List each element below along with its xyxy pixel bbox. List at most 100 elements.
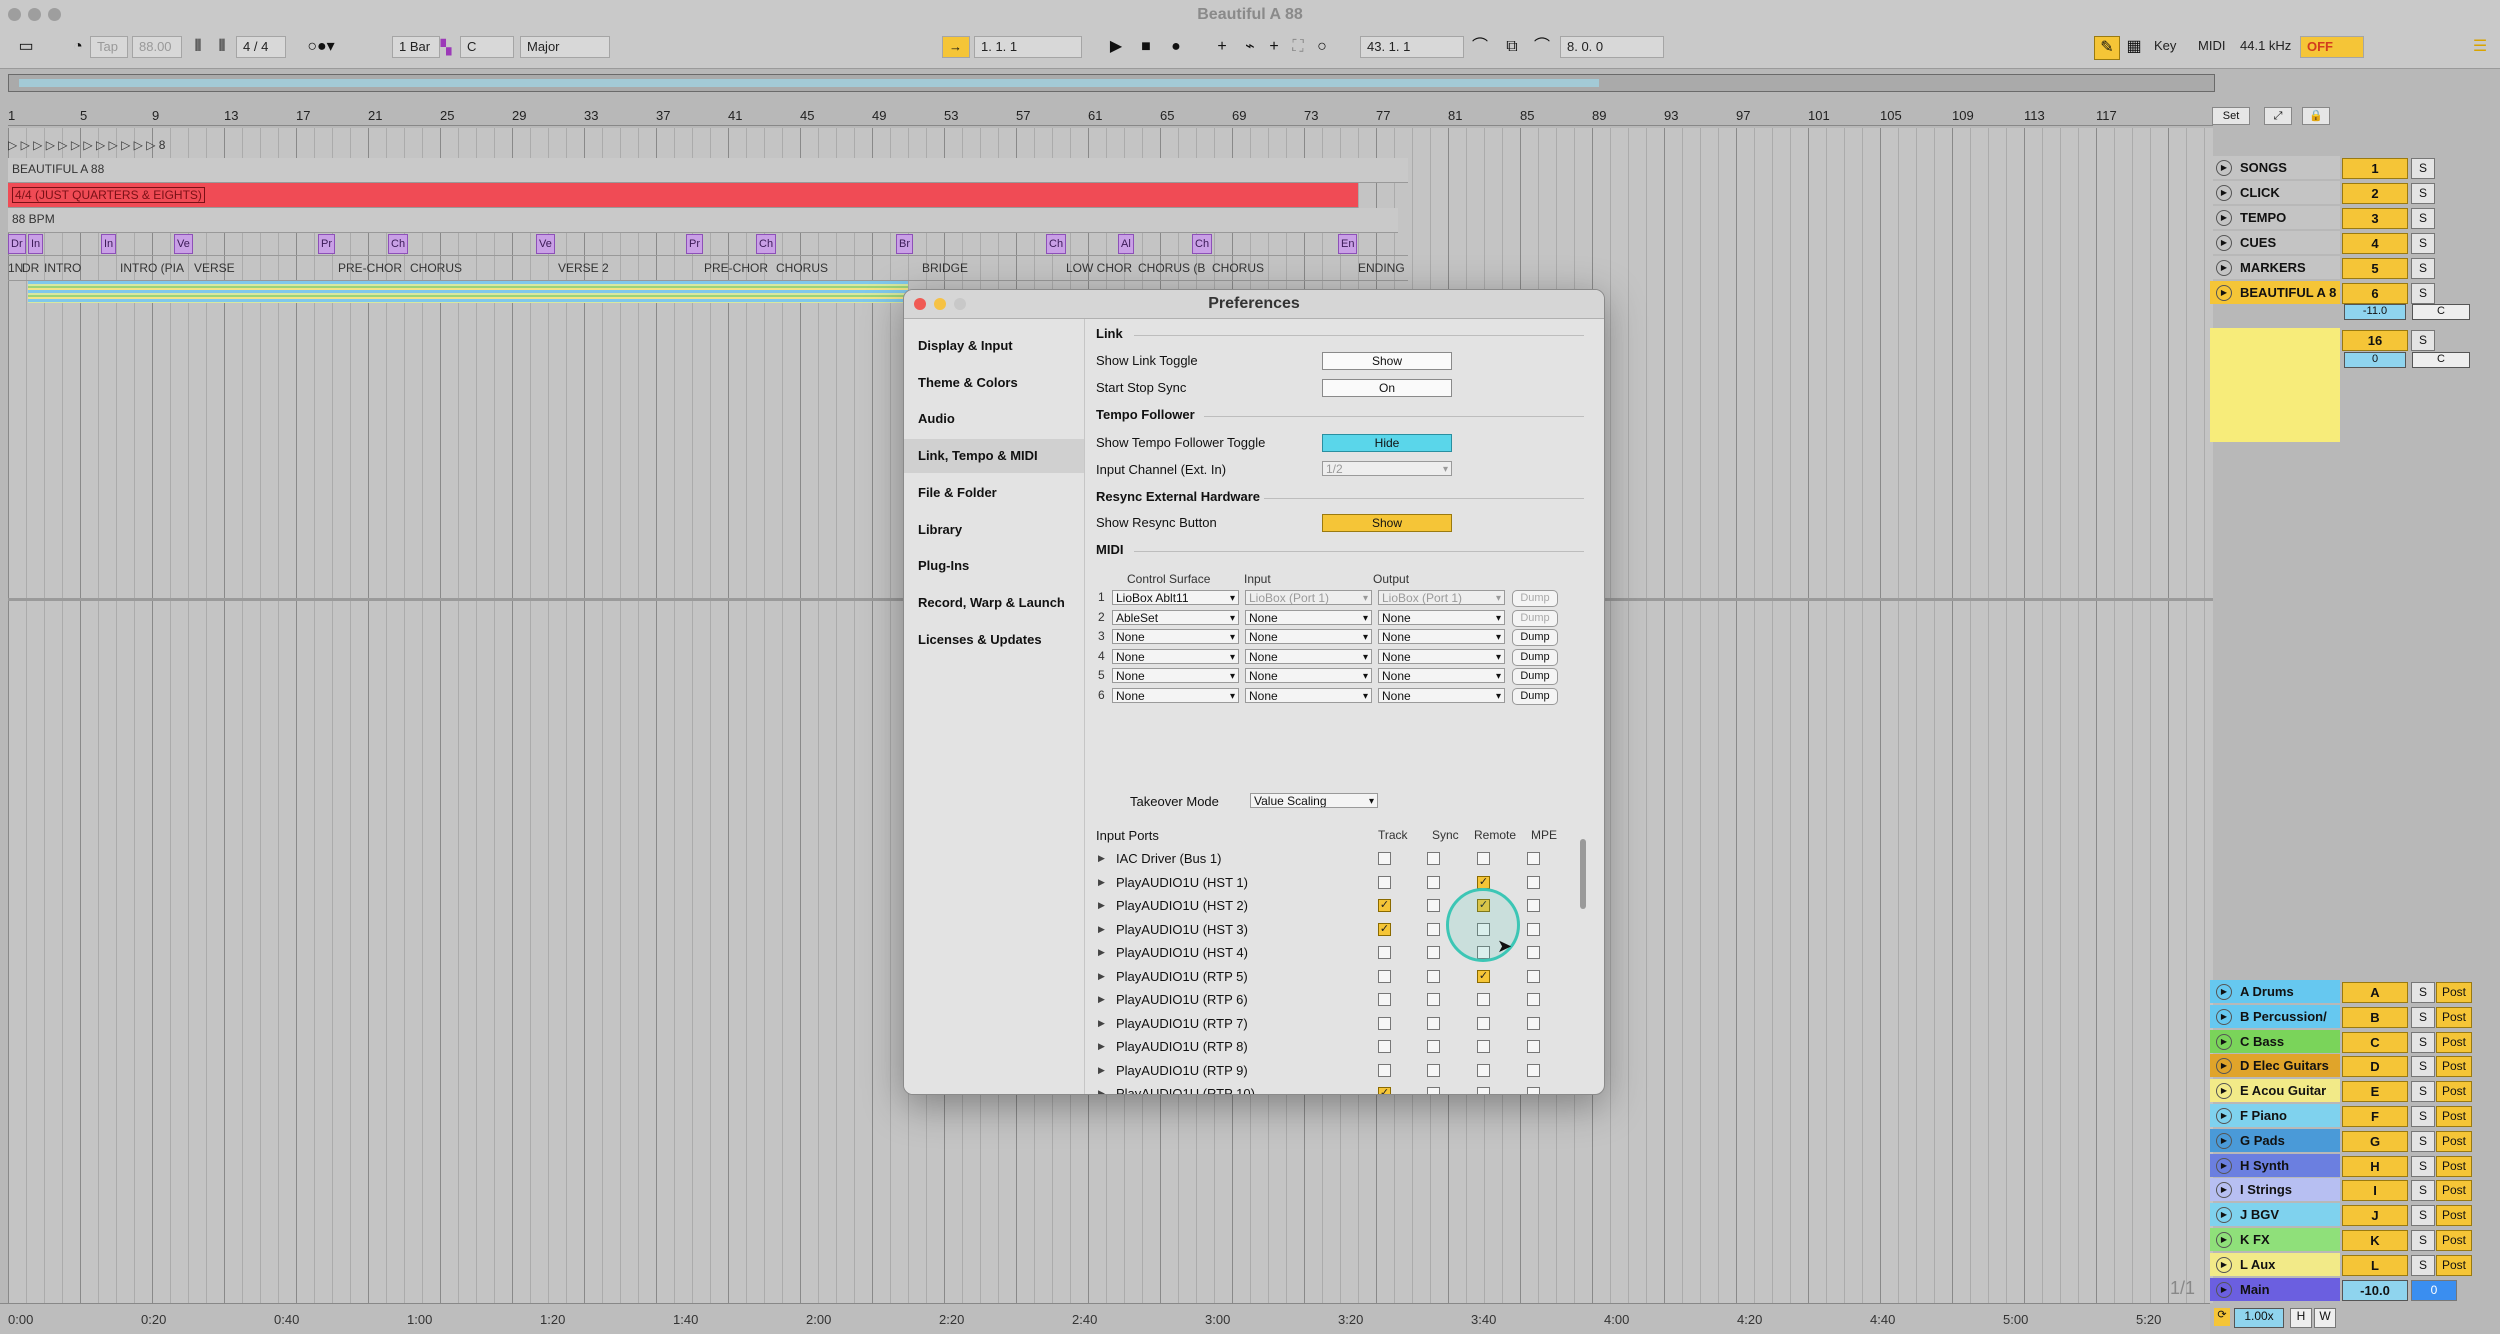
- arrangement-overview[interactable]: [8, 74, 2215, 92]
- sync-checkbox[interactable]: [1427, 899, 1440, 912]
- sidebar-item[interactable]: Record, Warp & Launch: [904, 586, 1084, 620]
- solo-button[interactable]: S: [2411, 233, 2435, 254]
- cue-marker[interactable]: Ch: [1046, 234, 1067, 254]
- cue-marker[interactable]: Ch: [1192, 234, 1213, 254]
- monitor-post-button[interactable]: Post: [2436, 982, 2472, 1003]
- track-header[interactable]: SONGS ▶ 1 S: [2210, 156, 2500, 180]
- section-marker[interactable]: VERSE 2: [558, 261, 609, 275]
- expand-port-icon[interactable]: ▶: [1098, 1041, 1105, 1052]
- scale-mode-icon[interactable]: ▚: [434, 36, 458, 58]
- scale-menu[interactable]: Major: [520, 36, 610, 58]
- solo-button[interactable]: S: [2411, 1205, 2435, 1227]
- h-button[interactable]: H: [2290, 1308, 2312, 1328]
- control-surface-select[interactable]: None: [1112, 648, 1239, 664]
- track-header[interactable]: C Bass ▶ C S Post: [2210, 1029, 2500, 1054]
- w-button[interactable]: W: [2314, 1308, 2336, 1328]
- show-link-toggle-button[interactable]: Show: [1322, 352, 1452, 370]
- solo-button[interactable]: S: [2411, 1031, 2435, 1053]
- cue-marker[interactable]: In: [101, 234, 117, 254]
- track-header[interactable]: J BGV ▶ J S Post: [2210, 1203, 2500, 1227]
- tempo-clip[interactable]: 88 BPM: [12, 212, 55, 226]
- volume-field[interactable]: 0: [2344, 352, 2406, 368]
- track-fold-icon[interactable]: ▶: [2216, 1232, 2232, 1248]
- remote-checkbox[interactable]: [1477, 1016, 1490, 1030]
- section-marker[interactable]: VERSE: [194, 261, 235, 275]
- add-icon[interactable]: +: [1210, 36, 1234, 58]
- midi-output-select[interactable]: None: [1378, 629, 1505, 645]
- monitor-post-button[interactable]: Post: [2436, 1155, 2472, 1177]
- track-activator[interactable]: 2: [2342, 183, 2408, 204]
- remote-checkbox[interactable]: ✓: [1477, 969, 1490, 983]
- sidebar-item[interactable]: Link, Tempo & MIDI: [904, 439, 1084, 474]
- cue-marker[interactable]: In: [28, 234, 44, 254]
- solo-button[interactable]: S: [2411, 982, 2435, 1003]
- remote-checkbox[interactable]: ✓: [1477, 875, 1490, 889]
- track-activator[interactable]: J: [2342, 1205, 2408, 1227]
- sidebar-item[interactable]: Audio: [904, 402, 1084, 436]
- track-activator[interactable]: 16: [2342, 330, 2408, 351]
- set-locator-button[interactable]: Set: [2212, 107, 2250, 125]
- start-stop-sync-button[interactable]: On: [1322, 379, 1452, 397]
- section-marker[interactable]: CHORUS: [410, 261, 462, 275]
- track-fold-icon[interactable]: ▶: [2216, 235, 2232, 251]
- track-checkbox[interactable]: [1378, 852, 1391, 865]
- menu-icon[interactable]: ☰: [2468, 36, 2492, 58]
- track-header[interactable]: B Percussion/▶ B S Post: [2210, 1004, 2500, 1029]
- track-activator[interactable]: B: [2342, 1006, 2408, 1028]
- cue-marker[interactable]: Pr: [686, 234, 703, 254]
- track-fold-icon[interactable]: ▶: [2216, 285, 2232, 301]
- track-activator[interactable]: L: [2342, 1254, 2408, 1276]
- lock-icon[interactable]: 🔒: [2302, 107, 2330, 125]
- click-clip[interactable]: 4/4 (JUST QUARTERS & EIGHTS): [12, 187, 205, 203]
- track-header[interactable]: G Pads ▶ G S Post: [2210, 1128, 2500, 1153]
- cue-marker[interactable]: Br: [896, 234, 913, 254]
- remote-checkbox[interactable]: [1477, 1087, 1490, 1094]
- expand-port-icon[interactable]: ▶: [1098, 877, 1105, 888]
- tempo-lane[interactable]: 88 BPM: [8, 208, 1398, 233]
- stop-icon[interactable]: ■: [1134, 36, 1158, 58]
- sync-checkbox[interactable]: [1427, 1040, 1440, 1053]
- track-header[interactable]: L Aux ▶ L S Post: [2210, 1252, 2500, 1277]
- ports-scrollbar[interactable]: [1580, 839, 1586, 909]
- mpe-checkbox[interactable]: [1527, 969, 1540, 983]
- track-header[interactable]: Main ▶ -10.0 0: [2210, 1277, 2500, 1302]
- track-header[interactable]: MARKERS ▶ 5 S: [2210, 256, 2500, 280]
- track-header[interactable]: E Acou Guitar ▶ E S Post: [2210, 1079, 2500, 1103]
- dump-button[interactable]: Dump: [1512, 590, 1558, 607]
- track-checkbox[interactable]: ✓: [1378, 922, 1391, 936]
- section-marker[interactable]: CHORUS (B: [1138, 261, 1205, 275]
- time-ruler[interactable]: 0:00 0:20 0:40 1:00 1:20 1:40 2:00 2:20 2:40 3:00…: [0, 1303, 2210, 1334]
- track-activator[interactable]: I: [2342, 1180, 2408, 1202]
- time-signature-field[interactable]: 4 / 4: [236, 36, 286, 58]
- computer-keyboard-icon[interactable]: ▦: [2122, 36, 2146, 58]
- solo-button[interactable]: S: [2411, 183, 2435, 204]
- monitor-post-button[interactable]: Post: [2436, 1006, 2472, 1028]
- solo-button[interactable]: S: [2411, 258, 2435, 279]
- key-map-button[interactable]: Key: [2148, 36, 2188, 58]
- section-marker[interactable]: BRIDGE: [922, 261, 968, 275]
- song-position-field[interactable]: 1. 1. 1: [974, 36, 1082, 58]
- track-checkbox[interactable]: ✓: [1378, 899, 1391, 912]
- track-activator[interactable]: H: [2342, 1155, 2408, 1177]
- quantize-menu[interactable]: 1 Bar: [392, 36, 440, 58]
- tap-tempo-button[interactable]: Tap: [90, 36, 128, 58]
- sidebar-item[interactable]: Plug-Ins: [904, 549, 1084, 583]
- dump-button[interactable]: Dump: [1512, 609, 1558, 627]
- expand-port-icon[interactable]: ▶: [1098, 1088, 1105, 1094]
- sync-checkbox[interactable]: [1427, 1087, 1440, 1094]
- midi-output-select[interactable]: None: [1378, 668, 1505, 684]
- track-header[interactable]: H Synth ▶ H S Post: [2210, 1153, 2500, 1178]
- remote-checkbox[interactable]: [1477, 1063, 1490, 1077]
- locator-row[interactable]: ▷ ▷ ▷ ▷ ▷ ▷ ▷ ▷ ▷ ▷ ▷ ▷ 8: [8, 138, 178, 152]
- midi-input-select[interactable]: None: [1245, 629, 1372, 645]
- mpe-checkbox[interactable]: [1527, 1040, 1540, 1053]
- section-marker[interactable]: CHORUS: [776, 261, 828, 275]
- sidebar-item[interactable]: Theme & Colors: [904, 366, 1084, 400]
- cue-marker[interactable]: Ve: [174, 234, 193, 254]
- automation-arm-icon[interactable]: ⌁: [1238, 36, 1262, 58]
- mpe-checkbox[interactable]: [1527, 946, 1540, 959]
- cpu-meter[interactable]: OFF: [2300, 36, 2364, 58]
- input-channel-select[interactable]: 1/2: [1322, 461, 1452, 476]
- lifesine-clip[interactable]: [28, 281, 908, 303]
- track-activator[interactable]: K: [2342, 1230, 2408, 1251]
